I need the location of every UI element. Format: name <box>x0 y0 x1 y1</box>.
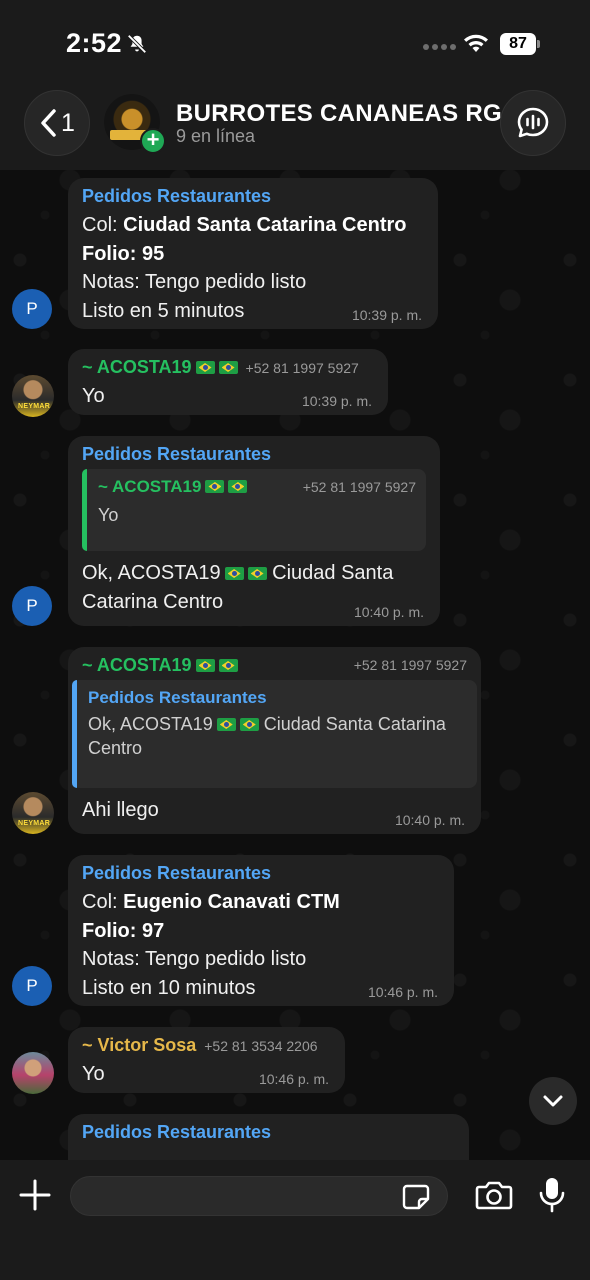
quoted-message[interactable]: Pedidos Restaurantes Ok, ACOSTA19 Ciudad… <box>72 680 477 788</box>
sender-avatar[interactable]: NEYMAR <box>12 375 54 417</box>
status-bar: 2:52 87 <box>0 0 590 86</box>
message-sender[interactable]: Pedidos Restaurantes <box>82 186 424 207</box>
group-online-status: 9 en línea <box>176 126 256 146</box>
brazil-flag-icon <box>218 361 238 374</box>
quoted-sender: Pedidos Restaurantes <box>88 688 267 707</box>
brazil-flag-icon <box>247 567 267 580</box>
group-call-button[interactable] <box>500 90 566 156</box>
quoted-text: Centro <box>88 738 143 758</box>
message-time: 10:46 p. m. <box>367 984 438 1000</box>
sender-avatar[interactable]: P <box>12 289 52 329</box>
cellular-signal-icon <box>423 44 456 50</box>
battery-indicator: 87 <box>500 33 540 55</box>
message-input[interactable] <box>70 1176 448 1216</box>
message-time: 10:40 p. m. <box>394 812 465 828</box>
quoted-sender: ~ ACOSTA19 +52 81 1997 5927 <box>98 477 416 496</box>
chat-header: 1 + BURROTES CANANEAS RG 9 en línea <box>0 86 590 170</box>
message-sender[interactable]: Pedidos Restaurantes <box>82 444 426 465</box>
status-time: 2:52 <box>66 28 123 58</box>
composer-bar <box>0 1160 590 1280</box>
message-bubble[interactable]: Pedidos Restaurantes Col: Eugenio Canava… <box>68 855 454 1006</box>
brazil-flag-icon <box>228 480 248 493</box>
message-line: Notas: Tengo pedido listo <box>82 948 307 970</box>
sender-avatar[interactable]: NEYMAR <box>12 792 54 834</box>
quoted-text: Ok, ACOSTA19 Ciudad Santa Catarina <box>88 714 446 734</box>
message-sender[interactable]: ~ ACOSTA19 +52 81 1997 5927 <box>82 655 467 676</box>
scroll-to-bottom-button[interactable] <box>529 1077 577 1125</box>
chevron-down-icon <box>543 1095 563 1107</box>
brazil-flag-icon <box>218 659 238 672</box>
message-time: 10:39 p. m. <box>351 307 422 323</box>
message-line: Notas: Tengo pedido listo <box>82 271 307 293</box>
message-sender[interactable]: ~ Victor Sosa +52 81 3534 2206 <box>82 1035 331 1056</box>
message-line: Folio: 95 <box>82 242 165 265</box>
sender-phone: +52 81 1997 5927 <box>353 657 467 673</box>
message-bubble[interactable]: ~ ACOSTA19 +52 81 1997 5927 Pedidos Resta… <box>68 647 481 834</box>
sender-avatar[interactable]: P <box>12 966 52 1006</box>
sender-phone: +52 81 1997 5927 <box>245 360 359 376</box>
battery-level: 87 <box>500 33 536 55</box>
message-time: 10:46 p. m. <box>258 1071 329 1087</box>
quoted-message[interactable]: ~ ACOSTA19 +52 81 1997 5927 Yo <box>82 469 426 551</box>
brazil-flag-icon <box>224 567 244 580</box>
message-sender[interactable]: ~ ACOSTA19 +52 81 1997 5927 <box>82 357 374 378</box>
wifi-icon <box>464 34 488 52</box>
bell-off-icon <box>127 34 147 54</box>
sender-avatar[interactable]: P <box>12 586 52 626</box>
message-line: Folio: 97 <box>82 919 165 942</box>
group-name[interactable]: BURROTES CANANEAS RG <box>176 100 502 128</box>
brazil-flag-icon <box>216 718 236 731</box>
message-sender[interactable]: Pedidos Restaurantes <box>82 1122 455 1143</box>
quoted-text: Yo <box>98 505 119 525</box>
brazil-flag-icon <box>195 659 215 672</box>
add-member-badge[interactable]: + <box>140 128 166 154</box>
message-sender[interactable]: Pedidos Restaurantes <box>82 863 440 884</box>
sender-phone: +52 81 3534 2206 <box>204 1038 318 1054</box>
sender-avatar[interactable] <box>12 1052 54 1094</box>
camera-icon[interactable] <box>475 1179 513 1211</box>
brazil-flag-icon <box>239 718 259 731</box>
brazil-flag-icon <box>205 480 225 493</box>
call-waveform-icon <box>517 107 549 138</box>
chevron-left-icon <box>41 109 56 137</box>
message-bubble[interactable]: Pedidos Restaurantes ~ ACOSTA19 +52 81 19… <box>68 436 440 626</box>
message-time: 10:39 p. m. <box>301 393 372 409</box>
message-line: Col: Ciudad Santa Catarina Centro <box>82 214 407 236</box>
back-button[interactable]: 1 <box>24 90 90 156</box>
message-line: Col: Eugenio Canavati CTM <box>82 891 340 913</box>
brazil-flag-icon <box>195 361 215 374</box>
plus-icon[interactable] <box>18 1178 52 1212</box>
microphone-icon[interactable] <box>539 1176 565 1214</box>
message-bubble[interactable]: ~ Victor Sosa +52 81 3534 2206 Yo 10:46 p… <box>68 1027 345 1093</box>
unread-count: 1 <box>61 108 75 137</box>
message-bubble[interactable]: ~ ACOSTA19 +52 81 1997 5927 Yo 10:39 p. m… <box>68 349 388 415</box>
sticker-icon[interactable] <box>402 1184 430 1210</box>
message-line: Ok, ACOSTA19 Ciudad Santa <box>82 562 394 584</box>
message-bubble[interactable]: Pedidos Restaurantes Col: Ciudad Santa C… <box>68 178 438 329</box>
message-time: 10:40 p. m. <box>353 604 424 620</box>
